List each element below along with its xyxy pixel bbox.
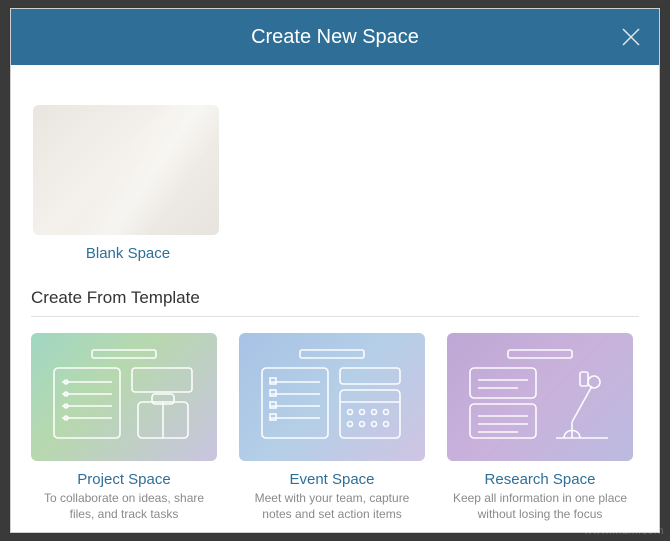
blank-space-card[interactable]: Blank Space (33, 105, 223, 262)
template-card-project[interactable]: Project Space To collaborate on ideas, s… (31, 333, 217, 522)
template-desc: Keep all information in one place withou… (447, 490, 633, 522)
template-thumb-event (239, 333, 425, 461)
template-title: Research Space (447, 471, 633, 488)
templates-divider (31, 316, 639, 317)
template-title: Event Space (239, 471, 425, 488)
modal-title: Create New Space (251, 26, 419, 49)
blank-space-thumbnail (33, 105, 219, 235)
blank-row: Blank Space (31, 65, 639, 262)
template-card-research[interactable]: Research Space Keep all information in o… (447, 333, 633, 522)
templates-section-title: Create From Template (31, 288, 639, 308)
close-button[interactable] (617, 23, 645, 51)
template-card-event[interactable]: Event Space Meet with your team, capture… (239, 333, 425, 522)
modal-header: Create New Space (11, 9, 659, 65)
template-desc: To collaborate on ideas, share files, an… (31, 490, 217, 522)
create-space-modal: Create New Space Blank Space Create From… (10, 8, 660, 533)
template-thumb-research (447, 333, 633, 461)
modal-body: Blank Space Create From Template (11, 65, 659, 532)
close-icon (620, 26, 642, 48)
template-thumb-project (31, 333, 217, 461)
project-space-icon (44, 342, 204, 452)
research-space-icon (460, 342, 620, 452)
template-desc: Meet with your team, capture notes and s… (239, 490, 425, 522)
event-space-icon (252, 342, 412, 452)
templates-row: Project Space To collaborate on ideas, s… (31, 333, 639, 522)
template-title: Project Space (31, 471, 217, 488)
blank-space-title: Blank Space (33, 245, 223, 262)
